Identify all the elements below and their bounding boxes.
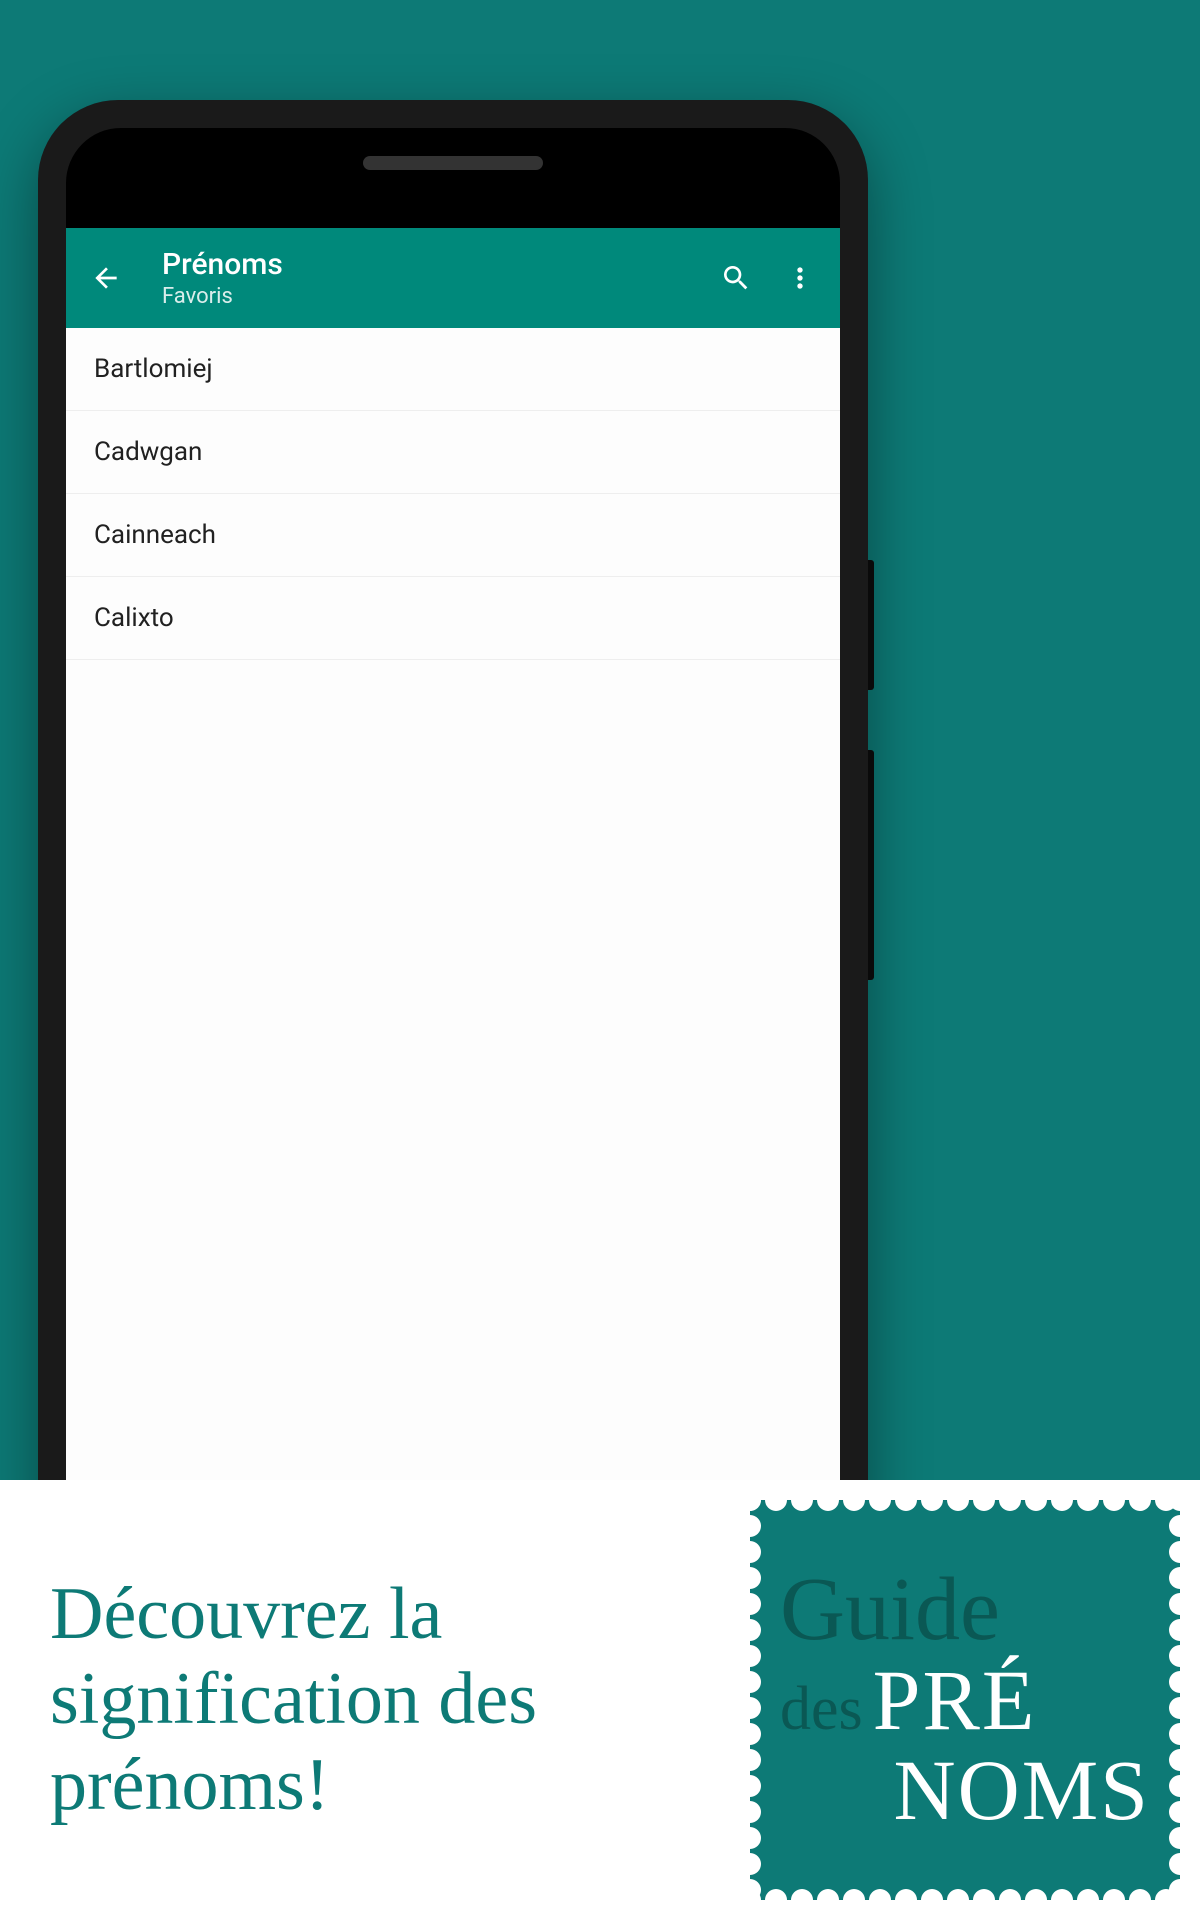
list-item[interactable]: Calixto [66,577,840,660]
phone-side-button [868,560,874,690]
title-block: Prénoms Favoris [162,247,696,309]
promo-slogan: Découvrez la signification des prénoms! [0,1532,750,1867]
promo-banner: Découvrez la signification des prénoms! … [0,1480,1200,1920]
list-item[interactable]: Cadwgan [66,411,840,494]
search-button[interactable] [712,254,760,302]
more-vert-icon [784,262,816,294]
stamp-scallop-decoration [750,1500,1180,1900]
list-item[interactable]: Cainneach [66,494,840,577]
app-bar: Prénoms Favoris [66,228,840,328]
app-subtitle: Favoris [162,284,696,309]
logo-stamp: Guide des PRÉ NOMS [750,1500,1180,1900]
list-item[interactable]: Bartlomiej [66,328,840,411]
search-icon [720,262,752,294]
back-button[interactable] [82,254,130,302]
phone-speaker [363,156,543,170]
arrow-left-icon [90,262,122,294]
phone-side-button [868,750,874,980]
app-title: Prénoms [162,247,696,282]
more-options-button[interactable] [776,254,824,302]
